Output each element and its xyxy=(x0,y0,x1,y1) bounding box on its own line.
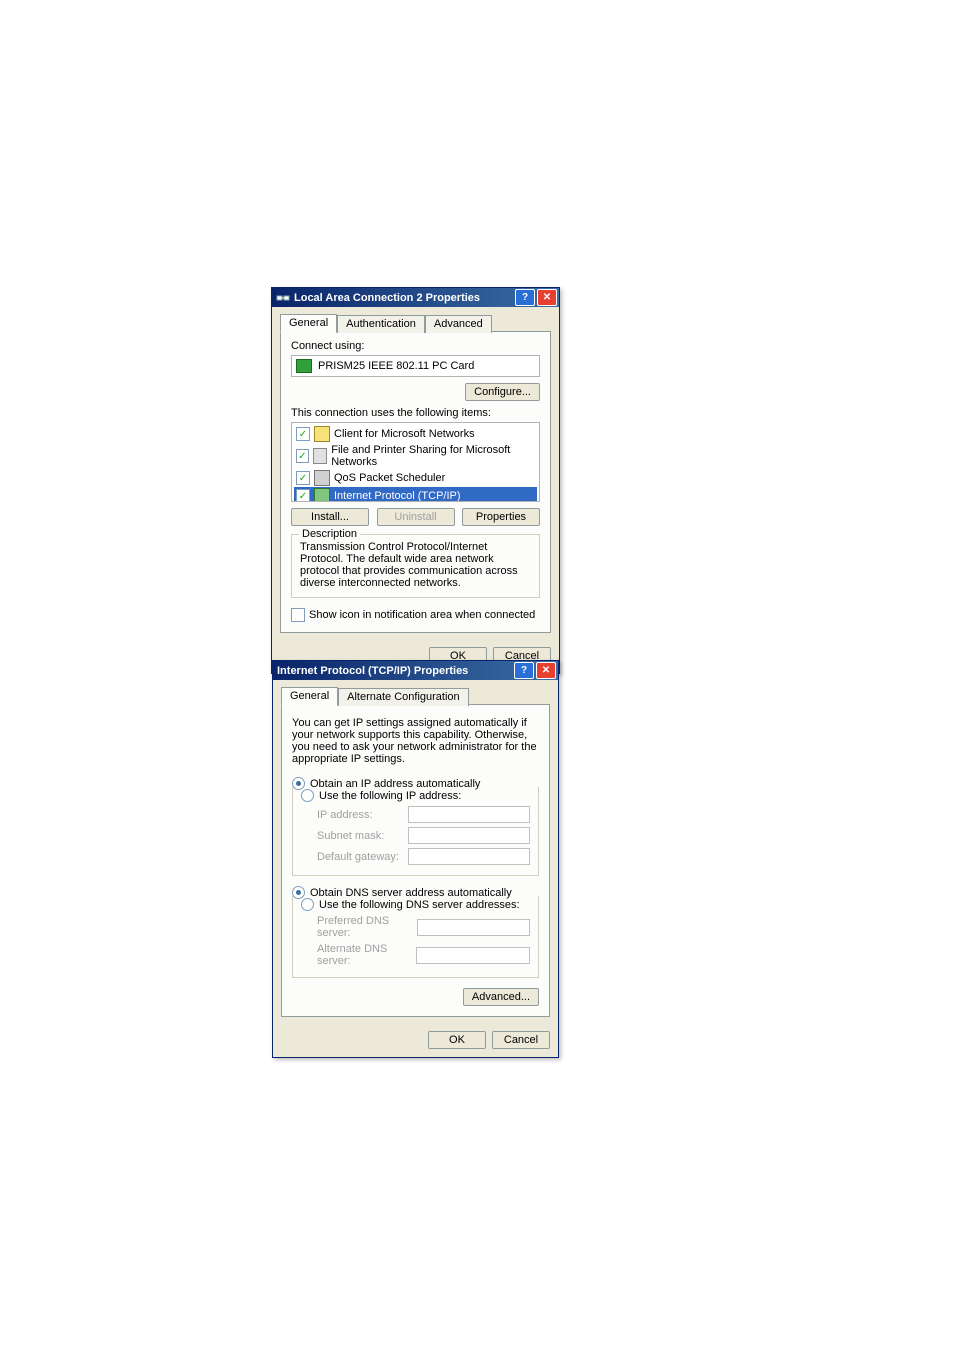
file-share-icon xyxy=(313,448,328,464)
checkbox-icon[interactable]: ✓ xyxy=(296,427,310,441)
use-dns-label: Use the following DNS server addresses: xyxy=(319,899,524,911)
properties-button[interactable]: Properties xyxy=(462,508,540,526)
list-item[interactable]: ✓ QoS Packet Scheduler xyxy=(294,469,537,487)
gateway-label: Default gateway: xyxy=(317,851,399,863)
use-ip-fieldset: Use the following IP address: IP address… xyxy=(292,787,539,876)
checkbox-icon[interactable]: ✓ xyxy=(296,489,310,502)
obtain-ip-label: Obtain an IP address automatically xyxy=(310,778,480,790)
intro-text: You can get IP settings assigned automat… xyxy=(292,717,539,765)
titlebar[interactable]: Internet Protocol (TCP/IP) Properties ? … xyxy=(273,661,558,680)
dialog-buttons: OK Cancel xyxy=(273,1025,558,1057)
dialog-content: General Authentication Advanced Connect … xyxy=(272,307,559,641)
title-text: Internet Protocol (TCP/IP) Properties xyxy=(277,665,512,677)
uninstall-button: Uninstall xyxy=(377,508,455,526)
description-group: Description Transmission Control Protoco… xyxy=(291,534,540,598)
tabs-bar: General Alternate Configuration xyxy=(281,686,550,705)
ip-address-row: IP address: xyxy=(301,804,530,825)
item-label: Client for Microsoft Networks xyxy=(334,428,475,440)
adapter-box: PRISM25 IEEE 802.11 PC Card xyxy=(291,355,540,377)
subnet-label: Subnet mask: xyxy=(317,830,384,842)
obtain-dns-label: Obtain DNS server address automatically xyxy=(310,887,512,899)
radio-icon[interactable] xyxy=(301,898,314,911)
subnet-row: Subnet mask: xyxy=(301,825,530,846)
tab-authentication[interactable]: Authentication xyxy=(337,315,425,333)
advanced-button[interactable]: Advanced... xyxy=(463,988,539,1006)
tcpip-icon xyxy=(314,488,330,502)
item-label: QoS Packet Scheduler xyxy=(334,472,445,484)
connect-using-label: Connect using: xyxy=(291,340,540,352)
tcpip-properties-dialog: Internet Protocol (TCP/IP) Properties ? … xyxy=(272,660,559,1058)
tab-panel-general: You can get IP settings assigned automat… xyxy=(281,704,550,1017)
checkbox-icon[interactable]: ✓ xyxy=(296,471,310,485)
tab-alternate[interactable]: Alternate Configuration xyxy=(338,688,469,706)
connection-icon xyxy=(276,291,290,305)
cancel-button[interactable]: Cancel xyxy=(492,1031,550,1049)
alt-dns-input xyxy=(416,947,530,964)
radio-icon[interactable] xyxy=(292,886,305,899)
description-legend: Description xyxy=(299,528,360,540)
help-button[interactable]: ? xyxy=(515,289,535,306)
list-item[interactable]: ✓ Client for Microsoft Networks xyxy=(294,425,537,443)
radio-icon[interactable] xyxy=(292,777,305,790)
checkbox-icon[interactable]: ✓ xyxy=(296,449,309,463)
gateway-input xyxy=(408,848,530,865)
alt-dns-label: Alternate DNS server: xyxy=(317,943,416,967)
ip-address-label: IP address: xyxy=(317,809,372,821)
ip-address-input xyxy=(408,806,530,823)
checkbox-icon[interactable]: ✓ xyxy=(291,608,305,622)
pref-dns-label: Preferred DNS server: xyxy=(317,915,417,939)
items-label: This connection uses the following items… xyxy=(291,407,540,419)
tab-panel-general: Connect using: PRISM25 IEEE 802.11 PC Ca… xyxy=(280,331,551,633)
ok-button[interactable]: OK xyxy=(428,1031,486,1049)
qos-icon xyxy=(314,470,330,486)
tab-general[interactable]: General xyxy=(280,314,337,333)
lac-properties-dialog: Local Area Connection 2 Properties ? ✕ G… xyxy=(271,287,560,674)
alt-dns-row: Alternate DNS server: xyxy=(301,941,530,969)
item-label: File and Printer Sharing for Microsoft N… xyxy=(331,444,535,468)
adapter-icon xyxy=(296,359,312,373)
show-icon-row[interactable]: ✓ Show icon in notification area when co… xyxy=(291,608,540,622)
close-button[interactable]: ✕ xyxy=(536,662,556,679)
install-button[interactable]: Install... xyxy=(291,508,369,526)
use-ip-label: Use the following IP address: xyxy=(319,790,465,802)
pref-dns-row: Preferred DNS server: xyxy=(301,913,530,941)
item-buttons-row: Install... Uninstall Properties xyxy=(291,508,540,526)
use-ip-radio[interactable]: Use the following IP address: xyxy=(301,787,530,804)
help-button[interactable]: ? xyxy=(514,662,534,679)
list-item[interactable]: ✓ File and Printer Sharing for Microsoft… xyxy=(294,443,537,469)
use-dns-fieldset: Use the following DNS server addresses: … xyxy=(292,896,539,978)
gateway-row: Default gateway: xyxy=(301,846,530,867)
use-dns-radio[interactable]: Use the following DNS server addresses: xyxy=(301,896,530,913)
description-text: Transmission Control Protocol/Internet P… xyxy=(300,541,531,589)
tabs-bar: General Authentication Advanced xyxy=(280,313,551,332)
tab-advanced[interactable]: Advanced xyxy=(425,315,492,333)
pref-dns-input xyxy=(417,919,530,936)
tab-general[interactable]: General xyxy=(281,687,338,706)
show-icon-label: Show icon in notification area when conn… xyxy=(309,609,535,621)
items-listbox[interactable]: ✓ Client for Microsoft Networks ✓ File a… xyxy=(291,422,540,502)
item-label: Internet Protocol (TCP/IP) xyxy=(334,490,461,502)
close-button[interactable]: ✕ xyxy=(537,289,557,306)
title-text: Local Area Connection 2 Properties xyxy=(294,292,513,304)
titlebar[interactable]: Local Area Connection 2 Properties ? ✕ xyxy=(272,288,559,307)
list-item[interactable]: ✓ Internet Protocol (TCP/IP) xyxy=(294,487,537,502)
client-icon xyxy=(314,426,330,442)
adapter-name: PRISM25 IEEE 802.11 PC Card xyxy=(318,360,474,372)
radio-icon[interactable] xyxy=(301,789,314,802)
configure-button[interactable]: Configure... xyxy=(465,383,540,401)
subnet-input xyxy=(408,827,530,844)
dialog-content: General Alternate Configuration You can … xyxy=(273,680,558,1025)
